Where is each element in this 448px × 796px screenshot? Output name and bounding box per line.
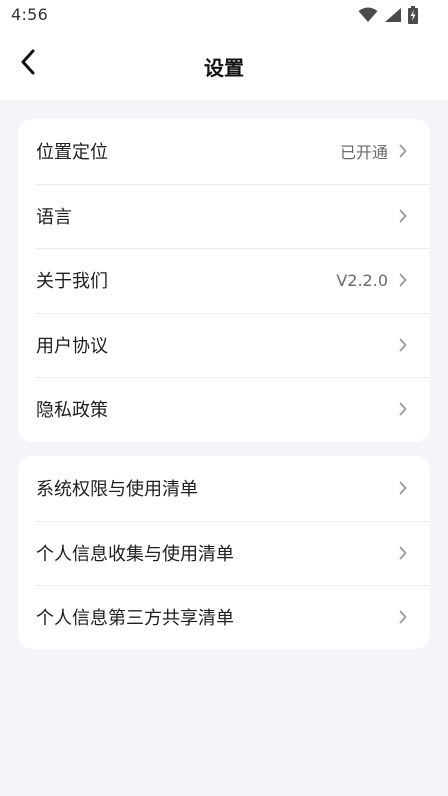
settings-group-privacy-lists: 系统权限与使用清单 个人信息收集与使用清单 个人信息第三方共享清单 (18, 456, 430, 649)
settings-item-system-permissions-list[interactable]: 系统权限与使用清单 (18, 456, 430, 521)
status-bar: 4:56 (0, 0, 448, 32)
settings-item-label: 个人信息第三方共享清单 (36, 608, 234, 630)
settings-item-location[interactable]: 位置定位 已开通 (18, 119, 430, 184)
status-icons (358, 6, 418, 28)
status-time: 4:56 (11, 5, 49, 24)
app-header: 设置 (0, 32, 448, 100)
settings-item-third-party-sharing-list[interactable]: 个人信息第三方共享清单 (18, 585, 430, 649)
chevron-right-icon (398, 144, 408, 158)
chevron-right-icon (398, 338, 408, 352)
settings-item-label: 语言 (36, 206, 72, 228)
chevron-right-icon (398, 209, 408, 223)
settings-item-label: 位置定位 (36, 142, 108, 164)
chevron-right-icon (398, 481, 408, 495)
app-version-value: V2.2.0 (336, 270, 388, 290)
page-title: 设置 (204, 56, 244, 80)
location-status-value: 已开通 (339, 143, 388, 163)
settings-item-language[interactable]: 语言 (18, 183, 430, 249)
settings-item-label: 系统权限与使用清单 (36, 479, 198, 501)
chevron-right-icon (398, 402, 408, 416)
chevron-right-icon (398, 610, 408, 624)
chevron-right-icon (398, 546, 408, 560)
settings-item-label: 个人信息收集与使用清单 (36, 543, 234, 565)
settings-item-personal-info-collection-list[interactable]: 个人信息收集与使用清单 (18, 520, 430, 586)
wifi-icon (358, 7, 378, 27)
settings-item-user-agreement[interactable]: 用户协议 (18, 312, 430, 378)
settings-item-label: 隐私政策 (36, 400, 108, 422)
settings-item-label: 关于我们 (36, 271, 108, 293)
settings-item-about[interactable]: 关于我们 V2.2.0 (18, 248, 430, 313)
battery-charging-icon (408, 6, 418, 28)
settings-item-label: 用户协议 (36, 335, 108, 357)
signal-icon (384, 7, 402, 27)
settings-item-privacy-policy[interactable]: 隐私政策 (18, 377, 430, 442)
chevron-right-icon (398, 273, 408, 287)
settings-group-general: 位置定位 已开通 语言 关于我们 V2.2.0 用户协议 隐私政策 (18, 119, 430, 442)
